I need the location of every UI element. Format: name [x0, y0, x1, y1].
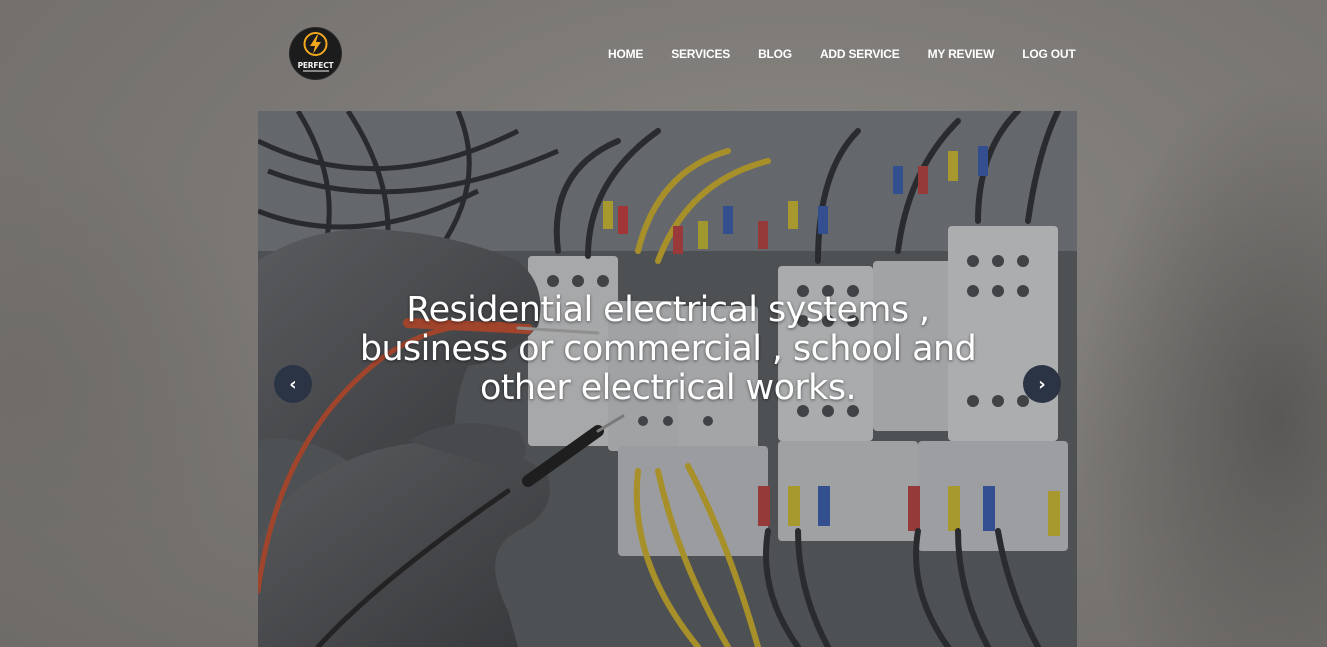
site-logo[interactable]: PERFECT	[290, 28, 341, 79]
nav-home[interactable]: HOME	[594, 46, 657, 62]
nav-blog[interactable]: BLOG	[744, 46, 806, 62]
chevron-left-icon: ‹	[289, 373, 297, 395]
hero-carousel: Residential electrical systems , busines…	[258, 111, 1077, 647]
background-blur-left	[0, 120, 260, 647]
logo-text: PERFECT	[297, 61, 334, 70]
logo-subtitle-line	[290, 70, 341, 73]
main-nav: HOME SERVICES BLOG ADD SERVICE MY REVIEW…	[594, 46, 1089, 62]
carousel-prev-button[interactable]: ‹	[274, 365, 312, 403]
hero-caption: Residential electrical systems , busines…	[359, 290, 977, 408]
nav-services[interactable]: SERVICES	[657, 46, 744, 62]
carousel-next-button[interactable]: ›	[1023, 365, 1061, 403]
nav-add-service[interactable]: ADD SERVICE	[806, 46, 914, 62]
nav-my-review[interactable]: MY REVIEW	[914, 46, 1009, 62]
background-blur-right	[1077, 80, 1327, 647]
nav-log-out[interactable]: LOG OUT	[1008, 46, 1089, 62]
chevron-right-icon: ›	[1038, 373, 1046, 395]
